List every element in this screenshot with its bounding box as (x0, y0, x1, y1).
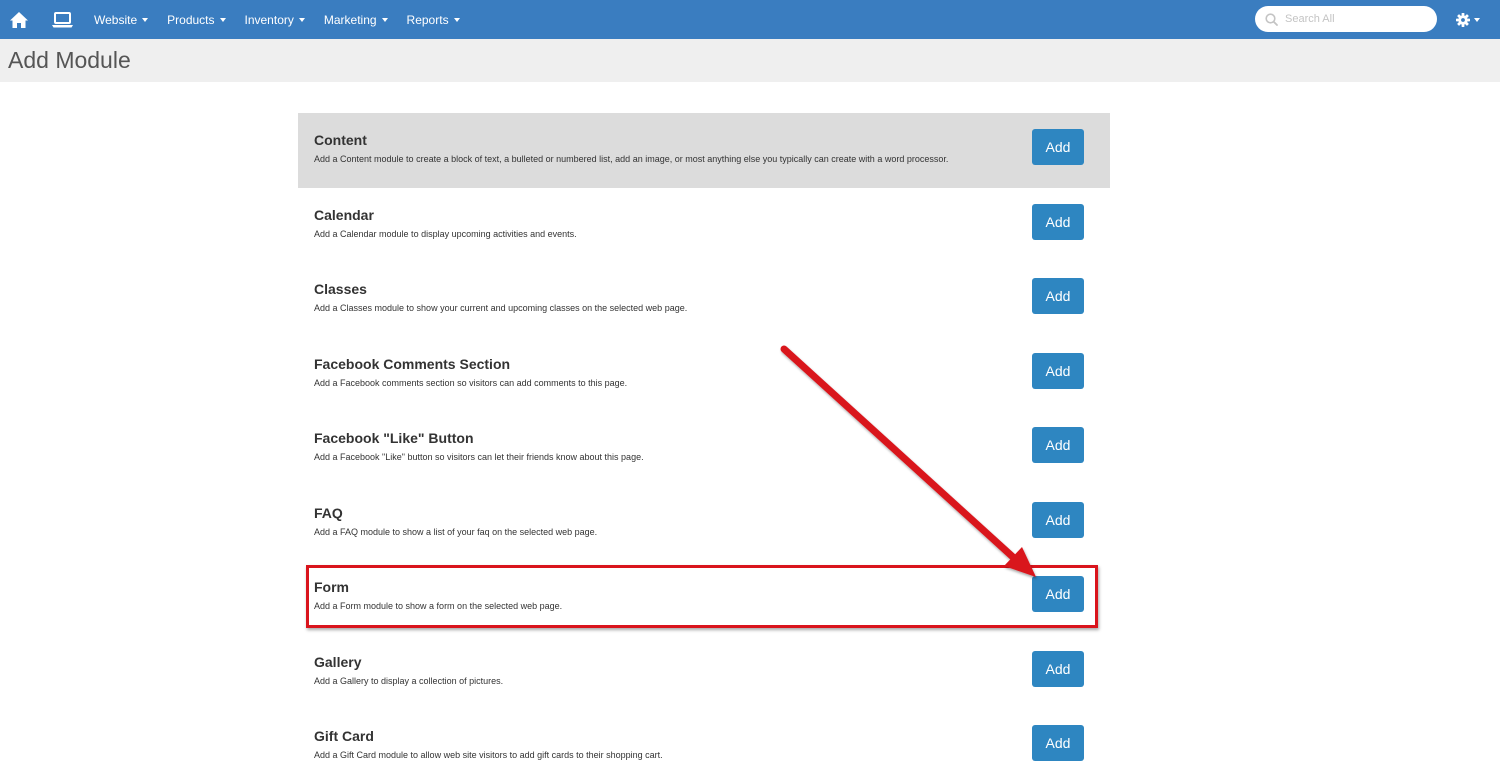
module-description: Add a Content module to create a block o… (314, 154, 949, 164)
module-row-calendar: Calendar Add a Calendar module to displa… (298, 188, 1110, 263)
add-calendar-button[interactable]: Add (1032, 203, 1084, 240)
module-title: Form (314, 579, 349, 595)
module-title: FAQ (314, 504, 343, 521)
menu-reports[interactable]: Reports (407, 13, 460, 27)
module-title: Classes (314, 281, 367, 297)
menu-inventory[interactable]: Inventory (245, 13, 305, 27)
module-description: Add a Form module to show a form on the … (314, 601, 563, 611)
caret-down-icon (298, 18, 305, 22)
module-row-faq: FAQ Add a FAQ module to show a list of y… (298, 486, 1110, 561)
gear-icon (1456, 12, 1470, 27)
caret-down-icon (1474, 18, 1480, 22)
add-content-button[interactable]: Add (1032, 129, 1084, 165)
module-title: Facebook "Like" Button (314, 430, 474, 446)
caret-down-icon (453, 18, 460, 22)
add-gallery-button[interactable]: Add (1032, 650, 1084, 687)
search-icon (1265, 12, 1278, 26)
caret-down-icon (219, 18, 226, 22)
add-facebook-like-button[interactable]: Add (1032, 427, 1084, 463)
module-description: Add a Facebook "Like" button so visitors… (314, 452, 644, 462)
top-navbar: Website Products Inventory Marketing Rep… (0, 0, 1500, 39)
page-title: Add Module (8, 47, 131, 73)
module-title: Gallery (314, 653, 362, 670)
search-box[interactable] (1255, 6, 1437, 32)
add-form-button[interactable]: Add (1032, 576, 1084, 612)
monitor-icon[interactable] (52, 0, 73, 39)
module-description: Add a FAQ module to show a list of your … (314, 526, 598, 537)
add-faq-button[interactable]: Add (1032, 501, 1084, 538)
title-bar (0, 39, 1500, 82)
module-title: Calendar (314, 206, 374, 223)
module-description: Add a Facebook comments section so visit… (314, 377, 628, 388)
caret-down-icon (381, 18, 388, 22)
main-menu: Website Products Inventory Marketing Rep… (94, 0, 479, 39)
module-title: Content (314, 132, 367, 148)
module-row-facebook-comments: Facebook Comments Section Add a Facebook… (298, 337, 1110, 412)
settings-menu[interactable] (1456, 0, 1480, 39)
module-title: Facebook Comments Section (314, 355, 511, 372)
search-input[interactable] (1285, 13, 1425, 25)
module-row-form: Form Add a Form module to show a form on… (298, 560, 1110, 635)
module-description: Add a Gallery to display a collection of… (314, 675, 504, 686)
module-row-gallery: Gallery Add a Gallery to display a colle… (298, 635, 1110, 710)
caret-down-icon (142, 18, 149, 22)
module-row-facebook-like: Facebook "Like" Button Add a Facebook "L… (298, 411, 1110, 486)
menu-website[interactable]: Website (94, 13, 149, 27)
module-description: Add a Classes module to show your curren… (314, 303, 688, 313)
add-gift-card-button[interactable]: Add (1032, 725, 1084, 761)
module-row-gift-card: Gift Card Add a Gift Card module to allo… (298, 709, 1110, 784)
module-row-classes: Classes Add a Classes module to show you… (298, 262, 1110, 337)
menu-products[interactable]: Products (167, 13, 226, 27)
module-list: Content Add a Content module to create a… (298, 113, 1110, 784)
home-icon[interactable] (9, 0, 29, 39)
module-title: Gift Card (314, 728, 374, 744)
module-description: Add a Calendar module to display upcomin… (314, 228, 577, 239)
menu-marketing[interactable]: Marketing (324, 13, 388, 27)
add-facebook-comments-button[interactable]: Add (1032, 352, 1084, 389)
add-classes-button[interactable]: Add (1032, 278, 1084, 314)
module-description: Add a Gift Card module to allow web site… (314, 750, 663, 760)
module-row-content: Content Add a Content module to create a… (298, 113, 1110, 188)
